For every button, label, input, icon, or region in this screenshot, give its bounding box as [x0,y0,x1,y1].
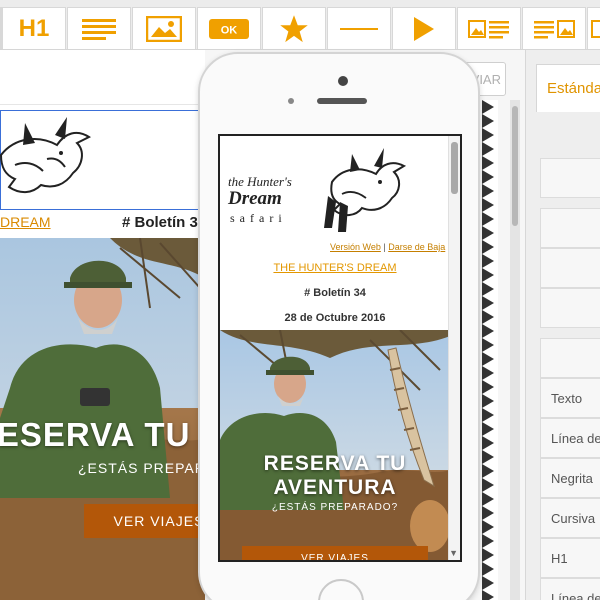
hunters-dream-logo: the Hunter's Dream safari [227,148,407,232]
scroll-down-arrow-icon[interactable]: ▼ [449,548,458,558]
panel-field[interactable] [540,288,600,328]
preview-subline: ¿ESTÁS PREPARADO? [271,502,399,513]
style-panel: Estándar Texto Línea de Negrita Cursiva … [525,50,600,600]
mobile-preview-screen[interactable]: the Hunter's Dream safari Versión Web | … [218,134,462,562]
text-icon [82,18,116,40]
panel-field[interactable] [540,248,600,288]
divider-icon [340,27,378,30]
text-block-button[interactable] [67,7,131,49]
preview-headline: RESERVA TU AVENTURA [263,452,407,499]
preview-scrollbar-thumb[interactable] [512,106,518,226]
panel-row-h1[interactable]: H1 [540,538,600,578]
preview-date: 28 de Octubre 2016 [284,312,386,324]
torn-edge-decoration [482,100,498,600]
phone-home-button [318,579,364,600]
panel-row-italic[interactable]: Cursiva [540,498,600,538]
editor-subline: ¿ESTÁS PREPARA [78,460,205,476]
panel-field[interactable] [540,338,600,378]
button-icon: OK [209,18,249,39]
logo-text-1: the Hunter's [228,174,292,189]
editor-headline: RESERVA TU A [0,416,205,453]
image-block-button[interactable] [132,7,196,49]
preview-hero-image [220,330,450,560]
star-icon [280,14,308,42]
image-text-icon [468,19,509,38]
image-text-block-button[interactable] [457,7,521,49]
preview-bulletin: # Boletín 34 [304,287,366,299]
editor-title-link[interactable]: DREAM [0,214,51,230]
web-version-link[interactable]: Versión Web [330,242,381,252]
video-icon [414,16,434,41]
rhino-logo-icon [324,148,407,232]
button-block-button[interactable]: OK [197,7,261,49]
preview-top-links: Versión Web | Darse de Baja [330,242,445,252]
divider-block-button[interactable] [327,7,391,49]
tab-standard[interactable]: Estándar [536,64,600,112]
video-block-button[interactable] [392,7,456,49]
editor-divider [0,104,205,105]
screen-scrollbar[interactable] [448,136,460,560]
phone-sensor-icon [288,98,294,104]
preview-title-link[interactable]: THE HUNTER'S DREAM [220,262,450,274]
panel-field[interactable] [540,158,600,198]
text-image-icon [534,19,575,38]
email-editor[interactable]: DREAM # Boletín 34 ESERVA TU ¿ESTÁS PREP… [0,50,205,600]
block-toolbar: H1 OK [0,0,600,50]
panel-row-text[interactable]: Texto [540,378,600,418]
panel-row-bold[interactable]: Negrita [540,458,600,498]
image-icon [591,19,600,38]
logo-text-2: Dream [227,188,282,209]
social-block-button[interactable] [262,7,326,49]
rhino-logo-icon [0,117,91,193]
preview-cta-button[interactable]: VER VIAJES [242,546,428,560]
editor-header-block[interactable] [0,110,205,210]
editor-canvas[interactable]: DREAM # Boletín 34 ESERVA TU ¿ESTÁS PREP… [0,110,205,600]
phone-camera-icon [338,76,348,86]
image-icon [146,15,182,42]
h1-label: H1 [18,14,50,42]
unsubscribe-link[interactable]: Darse de Baja [388,242,445,252]
editor-bulletin: # Boletín 34 [122,214,205,231]
text-image-block-button[interactable] [522,7,586,49]
panel-row-line-height-2[interactable]: Línea de [540,578,600,600]
screen-scrollbar-thumb[interactable] [451,142,458,194]
hunter-photo [220,330,450,560]
editor-cta-button[interactable]: VER VIAJES [84,504,205,538]
ok-label: OK [221,24,238,36]
panel-field[interactable] [540,208,600,248]
logo-text-3: safari [230,211,287,225]
h1-block-button[interactable]: H1 [2,7,66,49]
phone-speaker-icon [317,98,367,104]
more-blocks-button[interactable] [587,7,600,49]
email-builder: H1 OK DREAM # Boletín 34 ESERVA TU ¿ESTÁ… [0,0,600,600]
panel-row-line-height[interactable]: Línea de [540,418,600,458]
